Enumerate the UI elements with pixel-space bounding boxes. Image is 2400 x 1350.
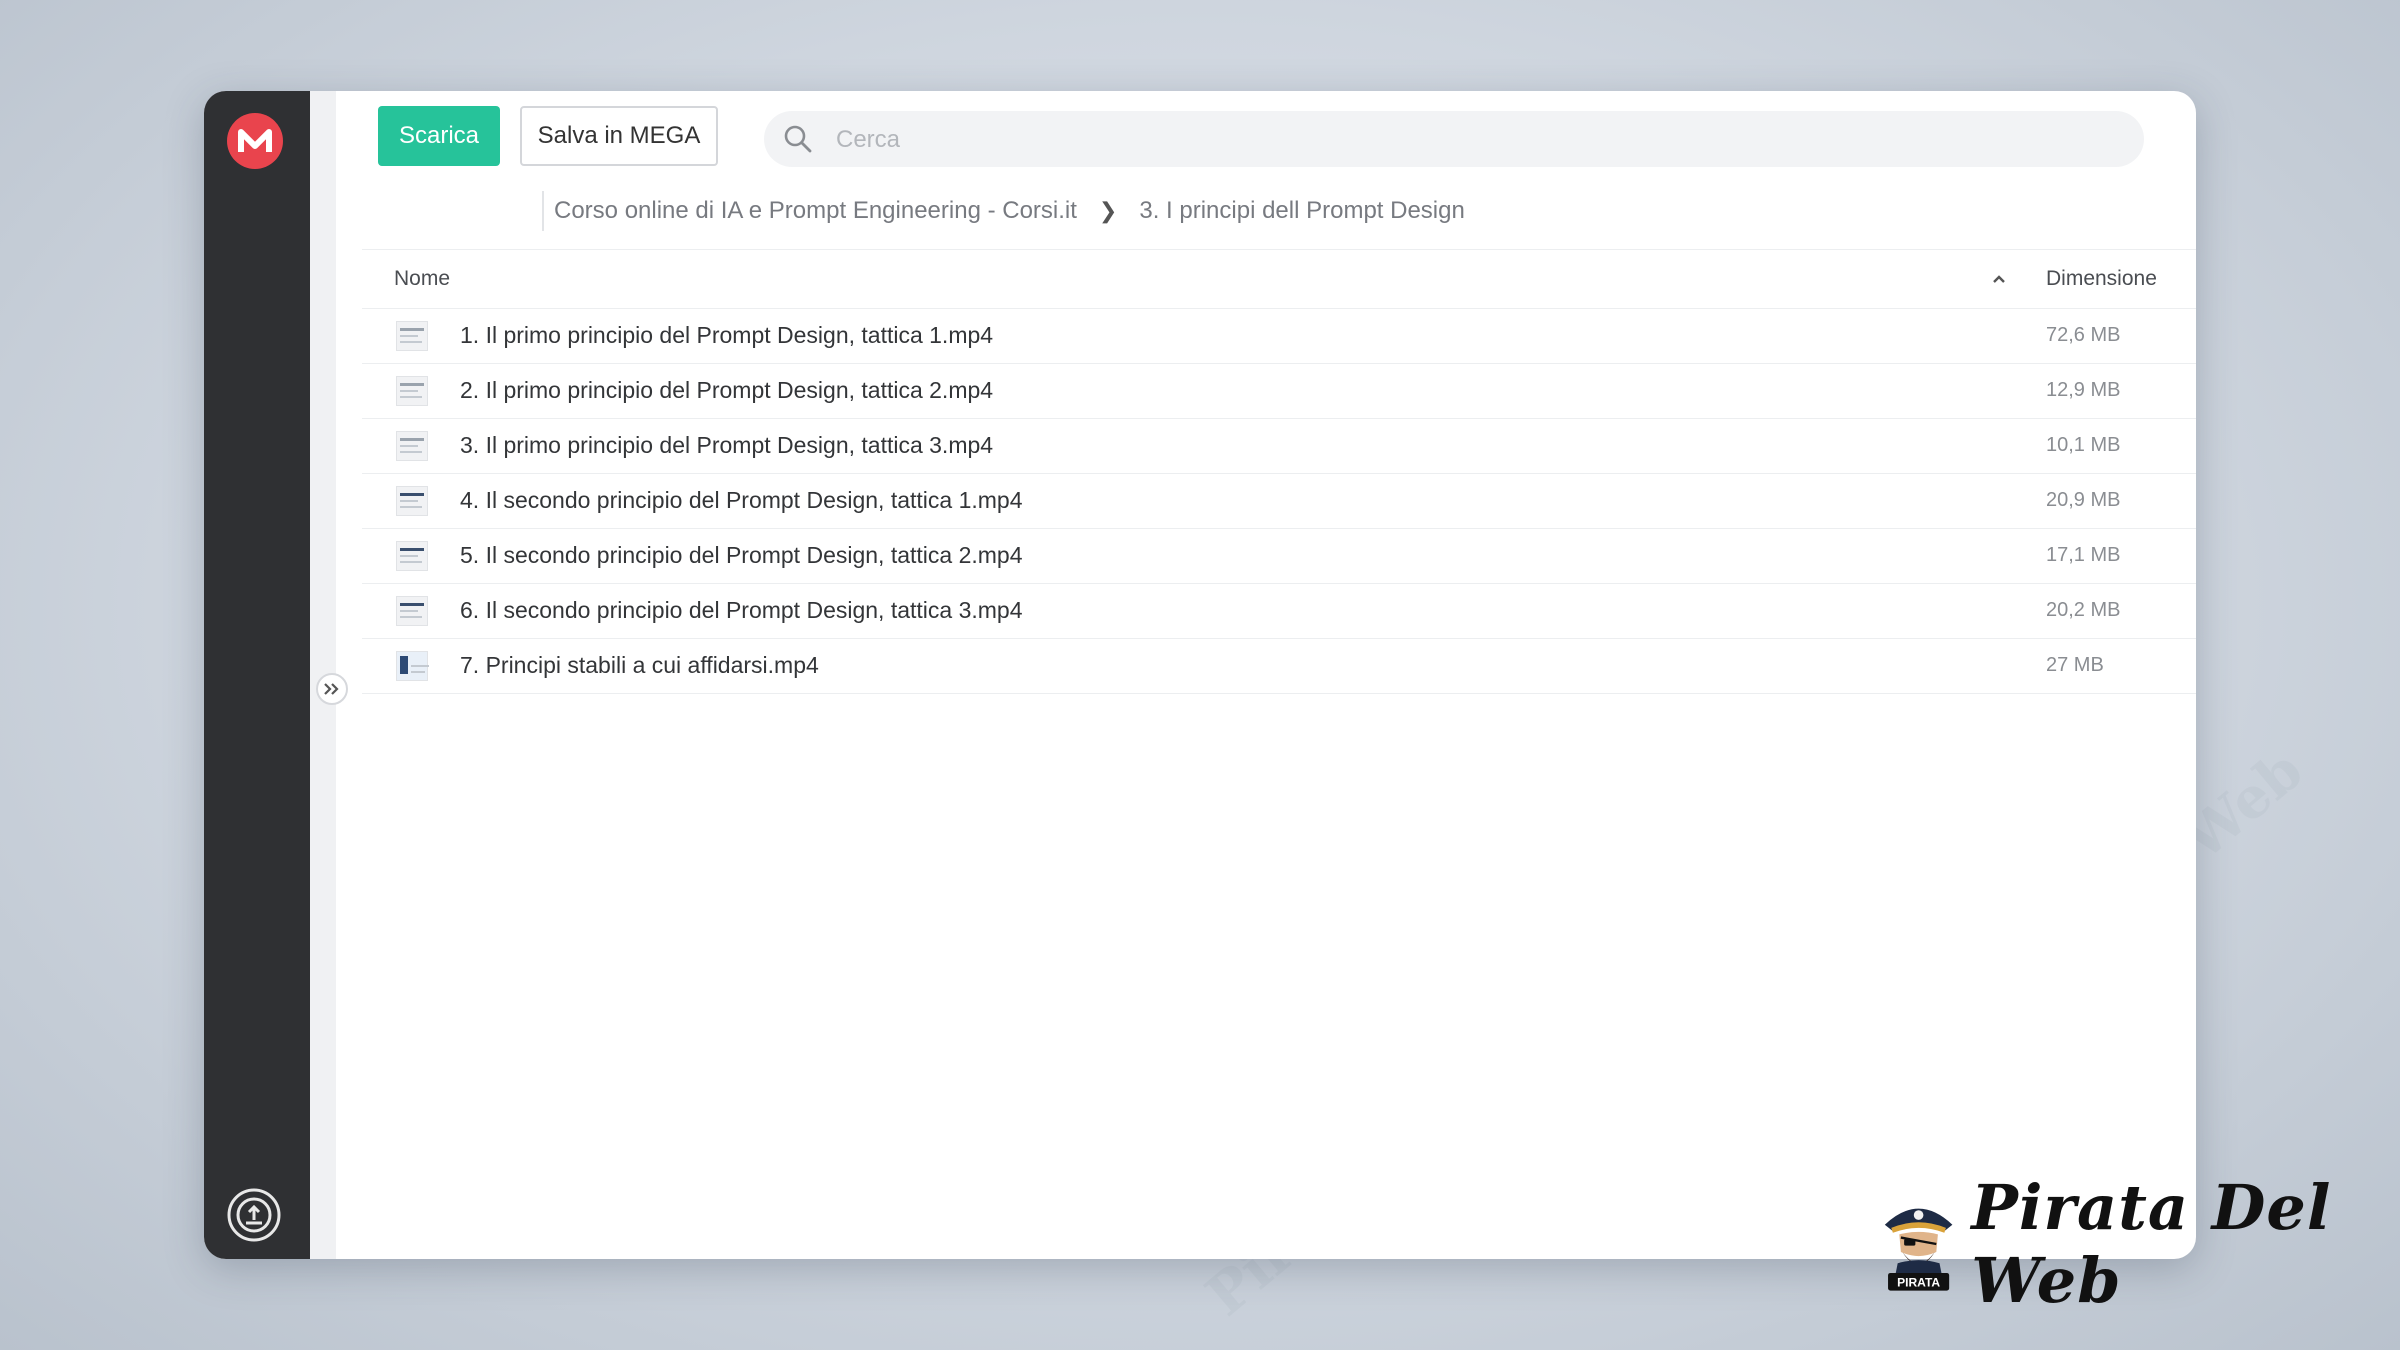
file-name: 6. Il secondo principio del Prompt Desig… bbox=[460, 597, 1023, 623]
file-size: 72,6 MB bbox=[2046, 324, 2121, 346]
video-thumbnail-icon bbox=[396, 431, 428, 461]
search-input[interactable] bbox=[834, 119, 2118, 161]
file-size: 20,2 MB bbox=[2046, 599, 2121, 621]
video-thumbnail-icon bbox=[396, 541, 428, 571]
column-header-size[interactable]: Dimensione bbox=[2046, 267, 2157, 291]
file-row[interactable]: 4. Il secondo principio del Prompt Desig… bbox=[362, 474, 2196, 529]
file-row[interactable]: 5. Il secondo principio del Prompt Desig… bbox=[362, 529, 2196, 584]
video-thumbnail-icon bbox=[396, 486, 428, 516]
video-thumbnail-icon bbox=[396, 651, 429, 681]
file-row[interactable]: 2. Il primo principio del Prompt Design,… bbox=[362, 364, 2196, 419]
breadcrumb-item-folder[interactable]: 3. I principi dell Prompt Design bbox=[1139, 197, 1464, 225]
file-size: 12,9 MB bbox=[2046, 379, 2121, 401]
save-to-mega-button[interactable]: Salva in MEGA bbox=[520, 106, 718, 166]
video-thumbnail-icon bbox=[396, 321, 428, 351]
brand-name: Pirata Del Web bbox=[1971, 1171, 2332, 1317]
expand-icon[interactable] bbox=[316, 673, 348, 705]
file-size: 27 MB bbox=[2046, 654, 2104, 676]
file-size: 20,9 MB bbox=[2046, 489, 2121, 511]
file-row[interactable]: 6. Il secondo principio del Prompt Desig… bbox=[362, 584, 2196, 639]
sort-up-icon[interactable] bbox=[1988, 268, 2010, 290]
file-row[interactable]: 7. Principi stabili a cui affidarsi.mp4 … bbox=[362, 639, 2196, 694]
brand-watermark: PIRATA Pirata Del Web bbox=[1880, 1171, 2400, 1317]
file-list: Nome Dimensione Tipo 1. Il primo princip… bbox=[362, 249, 2196, 694]
file-name: 4. Il secondo principio del Prompt Desig… bbox=[460, 487, 1023, 513]
mega-logo-icon[interactable] bbox=[227, 113, 283, 169]
sync-icon[interactable] bbox=[226, 1187, 282, 1243]
list-header: Nome Dimensione Tipo bbox=[362, 249, 2196, 309]
video-thumbnail-icon bbox=[396, 596, 428, 626]
video-thumbnail-icon bbox=[396, 376, 428, 406]
download-button[interactable]: Scarica bbox=[378, 106, 500, 166]
sidebar bbox=[204, 91, 310, 1259]
file-name: 1. Il primo principio del Prompt Design,… bbox=[460, 322, 994, 348]
file-name: 5. Il secondo principio del Prompt Desig… bbox=[460, 542, 1023, 568]
column-header-name[interactable]: Nome bbox=[394, 267, 450, 291]
breadcrumb: Corso online di IA e Prompt Engineering … bbox=[542, 191, 1465, 231]
file-name: 2. Il primo principio del Prompt Design,… bbox=[460, 377, 994, 403]
app-window: Scarica Salva in MEGA Corso online di IA… bbox=[204, 91, 2196, 1259]
breadcrumb-item-course[interactable]: Corso online di IA e Prompt Engineering … bbox=[554, 197, 1077, 225]
search-icon bbox=[784, 125, 812, 153]
logo-badge-text: PIRATA bbox=[1897, 1276, 1940, 1290]
file-name: 7. Principi stabili a cui affidarsi.mp4 bbox=[460, 652, 819, 678]
file-size: 17,1 MB bbox=[2046, 544, 2121, 566]
file-row[interactable]: 3. Il primo principio del Prompt Design,… bbox=[362, 419, 2196, 474]
file-name: 3. Il primo principio del Prompt Design,… bbox=[460, 432, 994, 458]
file-size: 10,1 MB bbox=[2046, 434, 2121, 456]
pirate-logo-icon: PIRATA bbox=[1884, 1208, 1953, 1291]
file-row[interactable]: 1. Il primo principio del Prompt Design,… bbox=[362, 309, 2196, 364]
chevron-right-icon: ❯ bbox=[1098, 198, 1118, 223]
search-bar[interactable] bbox=[764, 111, 2144, 167]
